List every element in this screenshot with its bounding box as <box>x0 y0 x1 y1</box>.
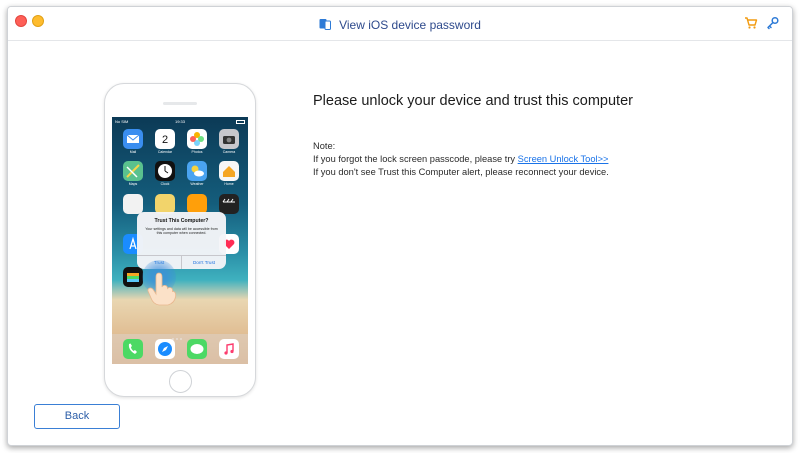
notes-app-icon <box>155 194 175 214</box>
page-indicator <box>172 327 188 340</box>
alert-message: Your settings and data will be accessibl… <box>145 227 218 236</box>
phone-screen: No SIM 19:33 2 Mail Calendar Photos Came… <box>112 117 248 364</box>
device-icon <box>319 18 332 33</box>
app-label-weather: Weather <box>190 182 204 186</box>
phone-dock <box>112 334 248 364</box>
titlebar: View iOS device password <box>8 7 792 41</box>
page-heading: Please unlock your device and trust this… <box>313 93 633 109</box>
app-label-home: Home <box>224 182 234 186</box>
safari-app-icon <box>155 339 175 359</box>
camera-app-icon <box>219 129 239 149</box>
key-icon[interactable] <box>766 16 780 35</box>
messages-app-icon <box>187 339 207 359</box>
note-line-1: If you forgot the lock screen passcode, … <box>313 153 609 166</box>
dont-trust-button: Don't Trust <box>192 260 216 265</box>
clock-app-icon <box>155 161 175 181</box>
note-block: Note: If you forgot the lock screen pass… <box>313 140 609 179</box>
mail-app-icon <box>123 129 143 149</box>
music-app-icon <box>219 339 239 359</box>
app-label-clock: Clock <box>160 182 170 186</box>
cart-icon[interactable] <box>744 16 758 35</box>
status-time: 19:33 <box>174 119 185 124</box>
pointing-hand-icon <box>144 271 178 312</box>
phone-status-bar: No SIM 19:33 <box>115 119 245 125</box>
reminders-app-icon <box>123 194 143 214</box>
wallet-app-icon <box>123 267 143 287</box>
battery-icon <box>236 120 245 124</box>
photos-app-icon <box>187 129 207 149</box>
app-label-camera: Camera <box>222 150 236 154</box>
window-title: View iOS device password <box>8 17 792 33</box>
app-label-calendar: Calendar <box>157 150 173 154</box>
maps-app-icon <box>123 161 143 181</box>
trust-computer-alert: Trust This Computer? Your settings and d… <box>137 212 226 269</box>
back-button[interactable]: Back <box>34 404 120 429</box>
videos-app-icon <box>219 194 239 214</box>
window-title-text: View iOS device password <box>339 17 481 32</box>
home-app-icon <box>219 161 239 181</box>
phone-app-icon <box>123 339 143 359</box>
alert-title: Trust This Computer? <box>154 218 209 224</box>
app-label-mail: Mail <box>129 150 137 154</box>
app-label-maps: Maps <box>128 182 138 186</box>
app-window: View iOS device password No SIM 19:33 2 … <box>7 6 793 446</box>
calendar-day: 2 <box>161 134 169 146</box>
app-label-photos: Photos <box>191 150 203 154</box>
weather-app-icon <box>187 161 207 181</box>
calendar-app-icon: 2 <box>155 129 175 149</box>
books-app-icon <box>187 194 207 214</box>
phone-earpiece <box>163 102 197 105</box>
note-label: Note: <box>313 141 336 151</box>
note-line-1-text: If you forgot the lock screen passcode, … <box>313 154 518 164</box>
phone-illustration: No SIM 19:33 2 Mail Calendar Photos Came… <box>104 83 256 397</box>
screen-unlock-tool-link[interactable]: Screen Unlock Tool>> <box>518 154 609 164</box>
note-line-2: If you don't see Trust this Computer ale… <box>313 167 609 177</box>
phone-home-button <box>169 370 192 393</box>
